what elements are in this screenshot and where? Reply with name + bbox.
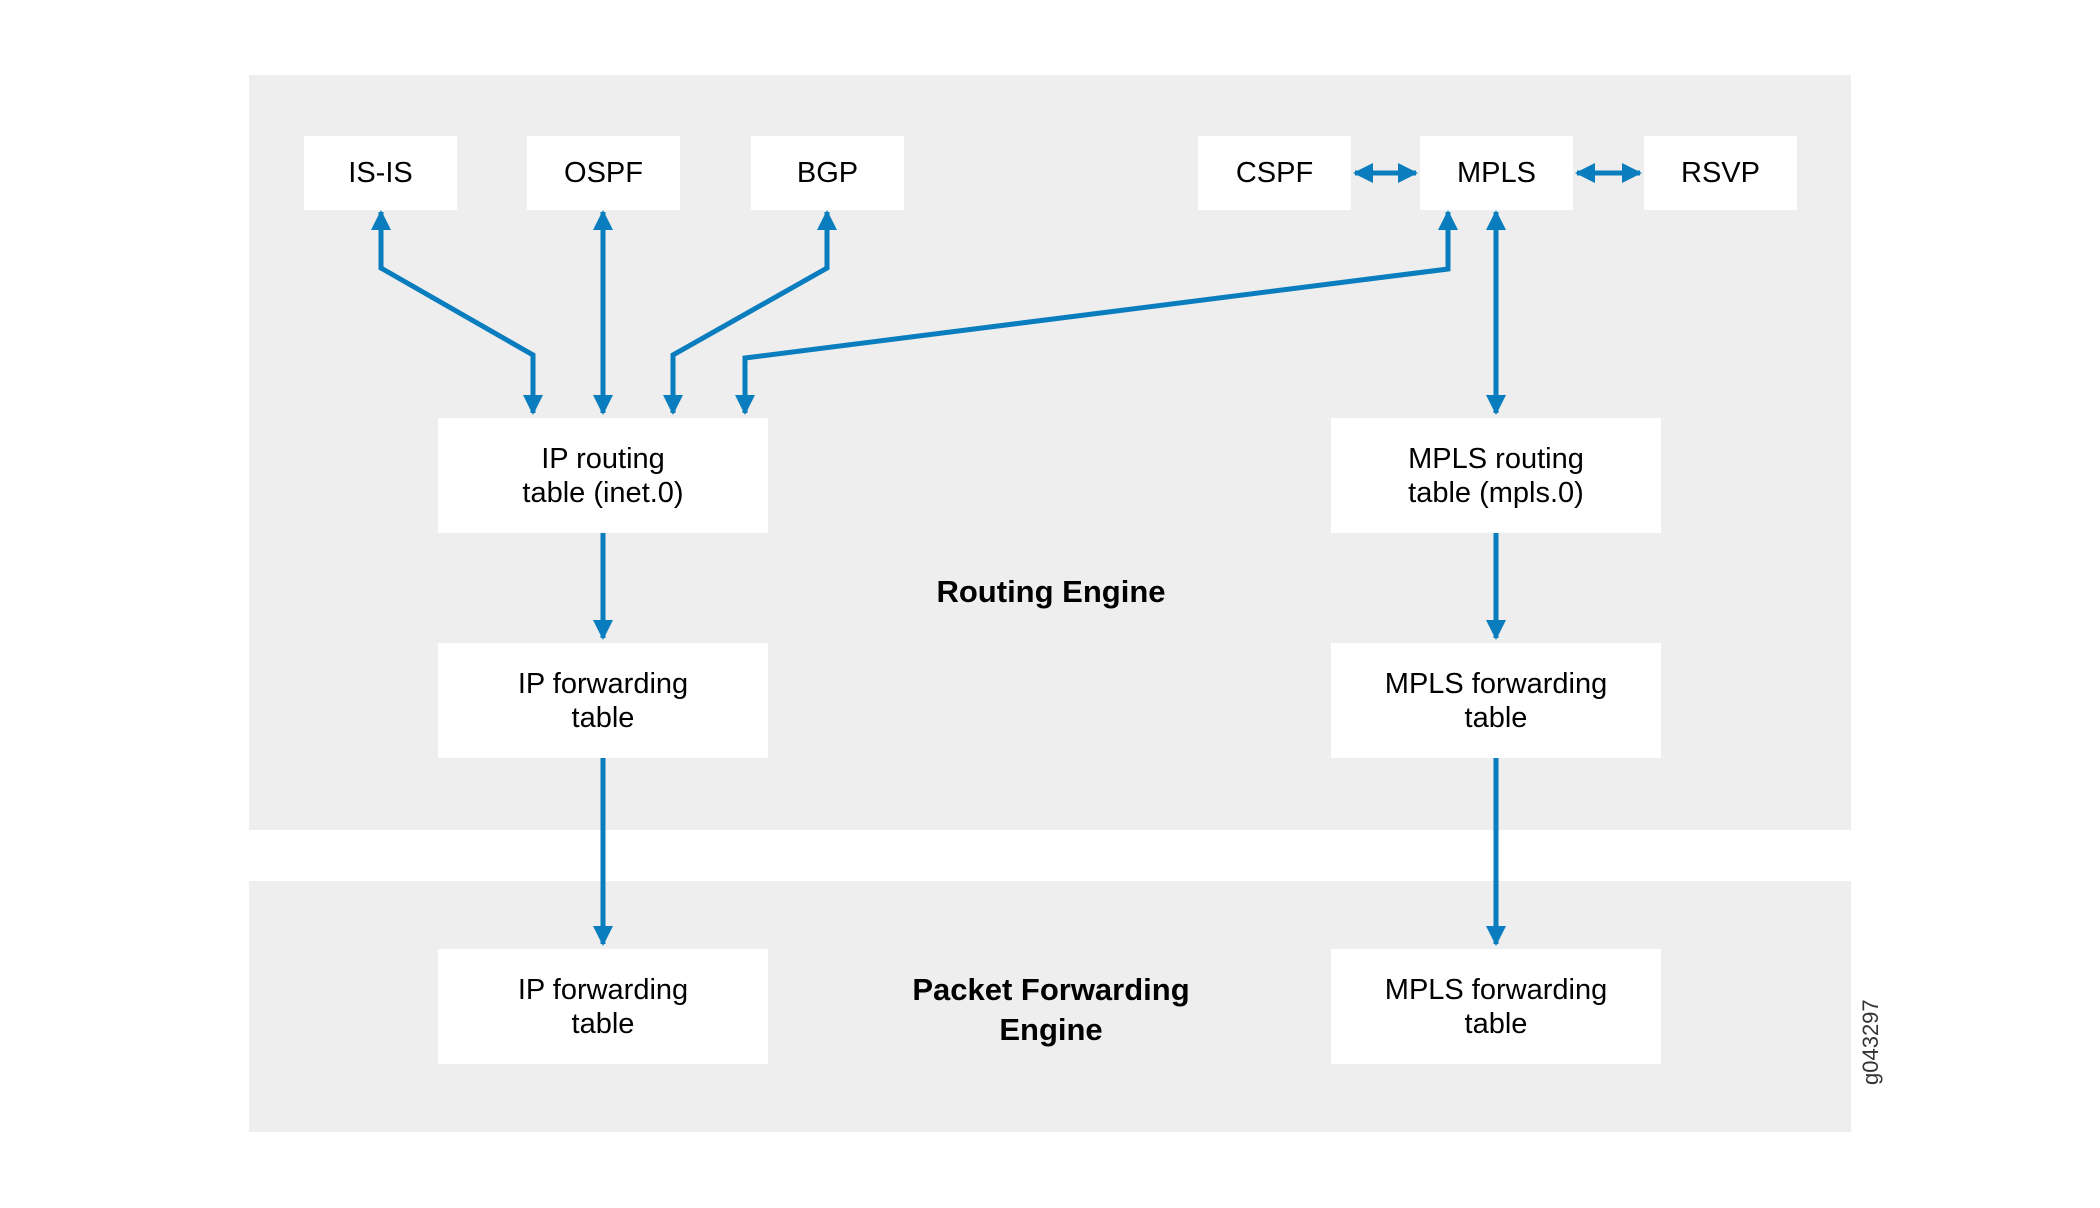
arrows xyxy=(371,163,1642,946)
arrow-isis-ip-routing xyxy=(371,210,543,415)
arrow-mpls-ip-routing xyxy=(735,210,1458,415)
arrow-bgp-ip-routing xyxy=(663,210,837,415)
figure-id: g043297 xyxy=(1858,999,1883,1085)
